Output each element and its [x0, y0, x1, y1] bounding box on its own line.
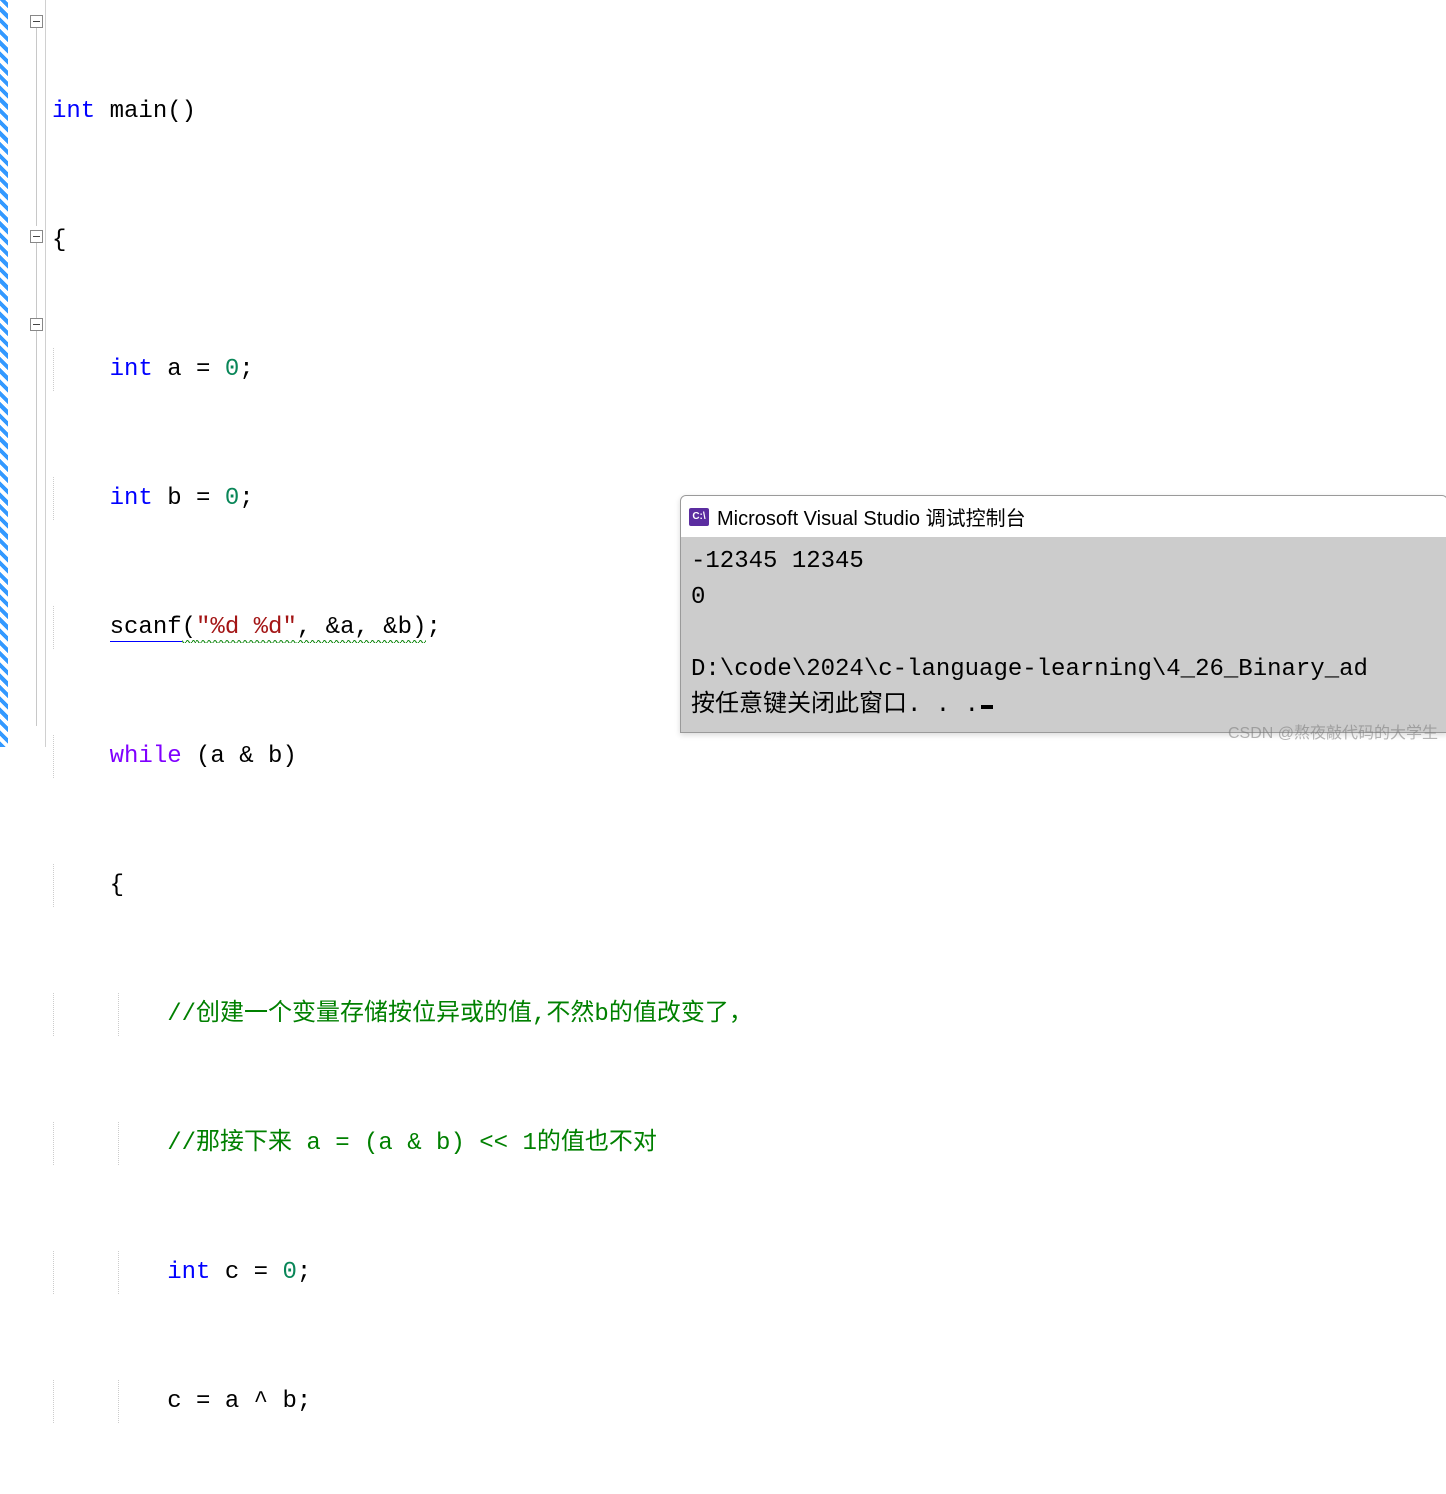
comment: //创建一个变量存储按位异或的值,不然b的值改变了， — [167, 1001, 753, 1028]
fold-toggle-icon[interactable] — [30, 318, 43, 331]
console-line: 按任意键关闭此窗口. . . — [691, 692, 979, 719]
console-line: 0 — [691, 584, 705, 611]
change-indicator-bar — [0, 0, 8, 747]
keyword-int: int — [167, 1259, 210, 1286]
fold-toggle-icon[interactable] — [30, 230, 43, 243]
console-line: -12345 12345 — [691, 548, 864, 575]
console-titlebar[interactable]: C:\ Microsoft Visual Studio 调试控制台 — [681, 496, 1446, 538]
debug-console-window[interactable]: C:\ Microsoft Visual Studio 调试控制台 -12345… — [680, 495, 1446, 733]
console-output[interactable]: -12345 12345 0 D:\code\2024\c-language-l… — [681, 538, 1446, 732]
code-statement: c = a ^ b; — [167, 1388, 311, 1415]
console-line: D:\code\2024\c-language-learning\4_26_Bi… — [691, 656, 1368, 683]
console-icon: C:\ — [689, 508, 709, 526]
comment: //那接下来 a = (a & b) << 1的值也不对 — [167, 1130, 657, 1157]
keyword-int: int — [52, 98, 95, 125]
fold-toggle-icon[interactable] — [30, 15, 43, 28]
outline-folding-column[interactable] — [8, 0, 46, 747]
keyword-int: int — [110, 356, 153, 383]
brace: { — [52, 227, 66, 254]
console-title: Microsoft Visual Studio 调试控制台 — [717, 502, 1026, 531]
keyword-while: while — [110, 743, 182, 770]
function-scanf: scanf — [110, 614, 182, 642]
watermark: CSDN @熬夜敲代码的大学生 — [1228, 719, 1438, 743]
keyword-int: int — [110, 485, 153, 512]
string-literal: "%d %d" — [196, 614, 297, 643]
brace: { — [110, 872, 124, 899]
console-cursor — [981, 705, 993, 709]
function-name: main() — [95, 98, 196, 125]
